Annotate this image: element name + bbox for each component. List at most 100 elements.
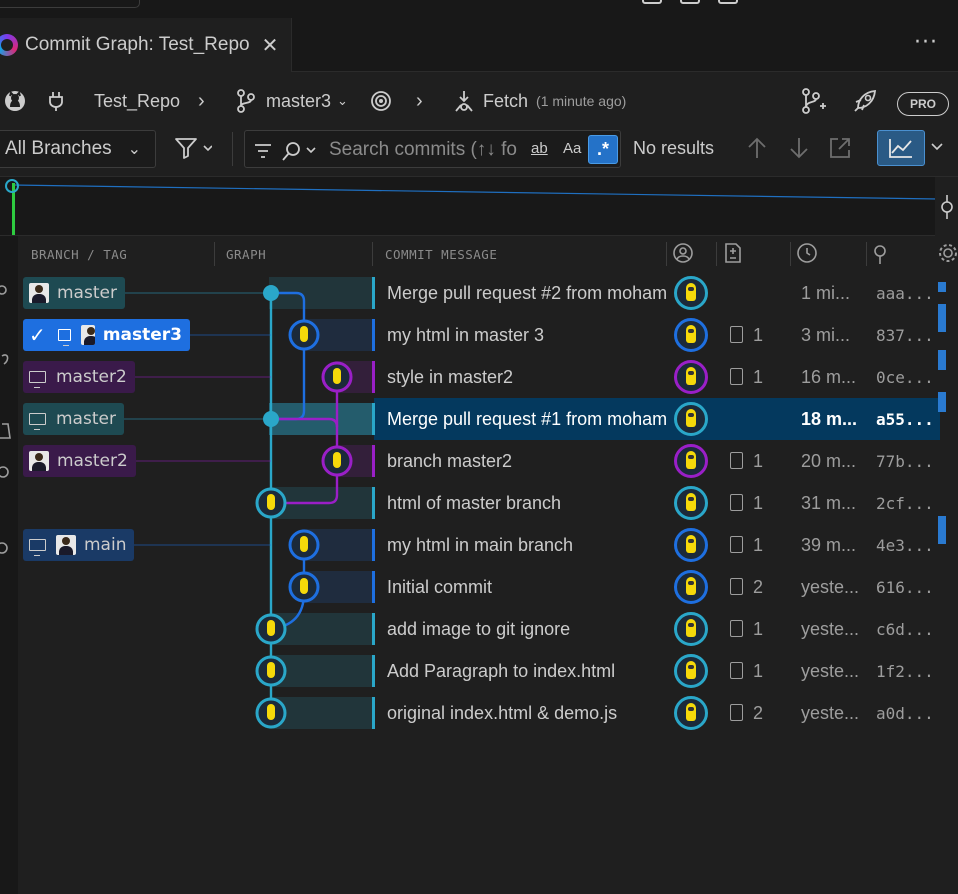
commit-date: yeste... (801, 577, 860, 597)
branch-filter-select[interactable]: All Branches ⌄ (0, 130, 156, 168)
commit-row[interactable]: original index.html & demo.js 2 yeste... a0… (18, 692, 958, 734)
arrow-down-icon[interactable] (788, 136, 810, 165)
commit-row[interactable]: html of master branch 1 31 m... 2cf... (18, 482, 958, 524)
author-avatar (674, 612, 708, 646)
fetch-button[interactable]: Fetch (1 minute ago) (454, 72, 626, 130)
gitlens-logo-icon (0, 34, 18, 56)
target-icon[interactable] (370, 72, 392, 130)
commit-row[interactable]: my html in main branch 1 39 m... 4e3... (18, 524, 958, 566)
graph-column-header: BRANCH / TAG GRAPH COMMIT MESSAGE (18, 236, 958, 272)
create-branch-icon[interactable] (800, 72, 826, 130)
chevron-down-icon[interactable] (930, 140, 944, 158)
changed-files-count: 1 (730, 661, 763, 682)
minimap-toggle-button[interactable] (877, 130, 925, 166)
match-case-toggle[interactable]: Aa (563, 140, 581, 157)
close-icon[interactable]: ✕ (262, 33, 279, 57)
author-avatar (674, 444, 708, 478)
filter-icon[interactable] (174, 136, 213, 165)
changed-files-count: 1 (730, 535, 763, 556)
sha-column-icon[interactable] (872, 242, 888, 269)
chevron-right-icon: › (416, 89, 423, 112)
commit-message: original index.html & demo.js (387, 703, 618, 723)
layout-toggle-icon[interactable] (718, 0, 738, 4)
github-icon[interactable] (4, 72, 26, 130)
commit-row[interactable]: branch master2 1 20 m... 77b... (18, 440, 958, 482)
chart-line-icon (889, 139, 912, 158)
column-divider[interactable] (666, 242, 667, 266)
branch-name: master3 (266, 90, 332, 111)
commit-sha: 837... (876, 326, 934, 345)
commit-row[interactable]: style in master2 1 16 m... 0ce... (18, 356, 958, 398)
lane-color-bar (372, 571, 375, 603)
column-divider[interactable] (716, 242, 717, 266)
column-divider[interactable] (214, 242, 215, 266)
column-branch-tag[interactable]: BRANCH / TAG (31, 247, 127, 262)
commit-message: my html in master 3 (387, 325, 545, 345)
more-actions-icon[interactable]: ··· (914, 30, 938, 55)
commit-row[interactable]: Merge pull request #2 from mohamed 1 mi..… (18, 272, 958, 314)
regex-toggle[interactable]: .* (588, 135, 618, 164)
commit-row[interactable]: add image to git ignore 1 yeste... c6d... (18, 608, 958, 650)
file-icon (730, 662, 743, 679)
commit-row[interactable]: Merge pull request #1 from mohamed 18 m..… (18, 398, 958, 440)
column-divider[interactable] (790, 242, 791, 266)
chevron-right-icon: › (198, 89, 205, 112)
commit-message: my html in main branch (387, 535, 574, 555)
column-commit-message[interactable]: COMMIT MESSAGE (385, 247, 497, 262)
lane-color-bar (372, 697, 375, 729)
date-column-icon[interactable] (796, 242, 818, 267)
layout-toggle-icon[interactable] (642, 0, 662, 4)
search-mode-icon[interactable] (253, 140, 323, 167)
column-divider[interactable] (866, 242, 867, 266)
commit-list: master ✓ master3 master2 master master2 main Me… (18, 272, 958, 894)
commit-date: yeste... (801, 703, 860, 723)
commit-sha: 1f2... (876, 662, 934, 681)
column-graph[interactable]: GRAPH (226, 247, 266, 262)
commit-row[interactable]: Add Paragraph to index.html 1 yeste... 1f2.… (18, 650, 958, 692)
command-center[interactable] (0, 0, 140, 8)
layout-toggle-icon[interactable] (680, 0, 700, 4)
commit-sha: a55... (876, 410, 934, 429)
commit-sha: c6d... (876, 620, 934, 639)
author-column-icon[interactable] (672, 242, 694, 267)
repo-name[interactable]: Test_Repo (94, 72, 180, 130)
file-icon (730, 494, 743, 511)
chevron-down-icon: ⌄ (337, 93, 348, 108)
fetch-label: Fetch (483, 90, 529, 111)
rocket-icon[interactable] (852, 72, 878, 130)
branch-ref-master3[interactable]: ✓ master3 (23, 319, 190, 351)
title-strip (0, 0, 958, 18)
changed-files-count: 1 (730, 367, 763, 388)
files-count-value: 2 (753, 577, 764, 597)
commit-sha: 0ce... (876, 368, 934, 387)
branch-picker[interactable]: master3 ⌄ (236, 72, 348, 130)
column-divider[interactable] (372, 242, 373, 266)
gear-icon[interactable] (938, 242, 958, 267)
commit-message: add image to git ignore (387, 619, 571, 639)
plug-icon[interactable] (48, 72, 64, 130)
lane-color-bar (372, 319, 375, 351)
arrow-up-icon[interactable] (746, 136, 768, 165)
files-count-value: 1 (753, 325, 764, 345)
author-avatar (674, 318, 708, 352)
commit-date: 39 m... (801, 535, 857, 555)
file-icon (730, 326, 743, 343)
avatar (80, 325, 95, 345)
lane-color-bar (372, 403, 375, 435)
pro-badge[interactable]: PRO (897, 92, 949, 116)
commit-row[interactable]: Initial commit 2 yeste... 616... (18, 566, 958, 608)
files-count-value: 1 (753, 367, 764, 387)
file-icon (730, 704, 743, 721)
changed-files-count: 1 (730, 619, 763, 640)
graph-toolbar: All Branches ⌄ Search commits (↑↓ fo ab … (0, 126, 958, 172)
search-input[interactable]: Search commits (↑↓ fo ab Aa .* (244, 130, 621, 168)
graph-minimap[interactable] (0, 176, 958, 237)
files-count-value: 2 (753, 703, 764, 723)
changes-column-icon[interactable] (724, 242, 742, 267)
tab-commit-graph[interactable]: Commit Graph: Test_Repo ✕ (0, 18, 292, 72)
author-avatar (674, 402, 708, 436)
changed-files-count: 1 (730, 325, 763, 346)
match-whole-word-toggle[interactable]: ab (531, 140, 548, 157)
scrollbar-marker (938, 516, 946, 544)
open-in-view-icon[interactable] (828, 136, 852, 165)
